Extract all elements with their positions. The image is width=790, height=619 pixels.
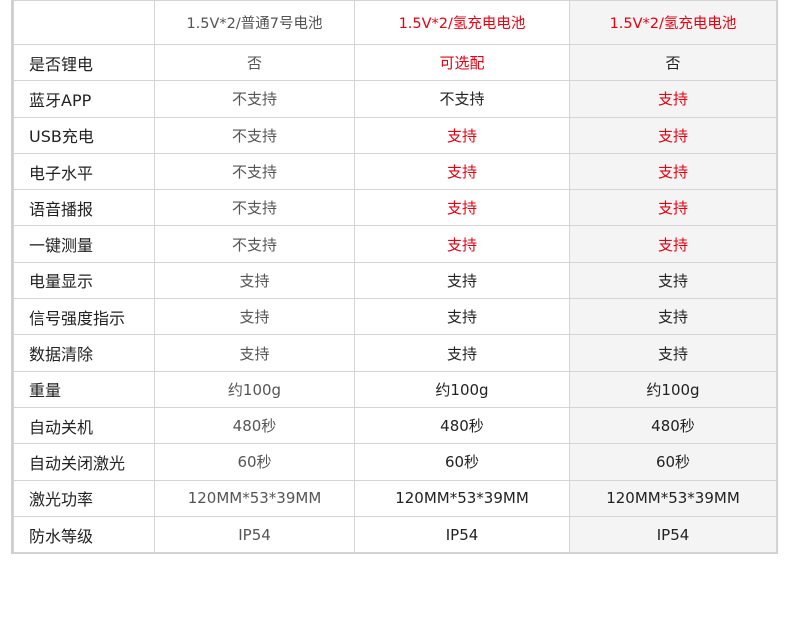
- cell-model-a: 480秒: [154, 406, 355, 445]
- row-label: 一键测量: [13, 225, 155, 263]
- table-row: USB充电 不支持 支持 支持: [13, 116, 777, 154]
- row-label: 是否锂电: [13, 43, 155, 82]
- cell-model-a: 支持: [154, 261, 355, 300]
- cell-model-a: 120MM*53*39MM: [154, 479, 355, 517]
- cell-model-c: 60秒: [569, 443, 777, 481]
- cell-model-b: IP54: [354, 515, 570, 554]
- cell-model-c: 120MM*53*39MM: [569, 479, 777, 517]
- row-label: 数据清除: [13, 334, 155, 372]
- cell-model-b: 可选配: [354, 43, 570, 82]
- table-row: 语音播报 不支持 支持 支持: [13, 189, 777, 227]
- cell-model-c: 480秒: [569, 406, 777, 445]
- row-label: 激光功率: [13, 479, 155, 517]
- cell-model-c: 否: [569, 43, 777, 82]
- cell-model-b: 支持: [354, 261, 570, 300]
- cell-model-c: IP54: [569, 515, 777, 554]
- table-row: 自动关闭激光 60秒 60秒 60秒: [13, 443, 777, 481]
- row-label: 信号强度指示: [13, 298, 155, 336]
- table-row: 自动关机 480秒 480秒 480秒: [13, 406, 777, 445]
- row-label: 重量: [13, 370, 155, 408]
- cell-model-b: 支持: [354, 152, 570, 191]
- cell-model-c: 支持: [569, 116, 777, 154]
- row-label: USB充电: [13, 116, 155, 154]
- spec-comparison-table-wrapper: 1.5V*2/普通7号电池 1.5V*2/氢充电电池 1.5V*2/氢充电电池 …: [11, 0, 778, 554]
- table-row: 电量显示 支持 支持 支持: [13, 261, 777, 300]
- cell-model-c: 支持: [569, 189, 777, 227]
- cell-model-a: 支持: [154, 298, 355, 336]
- cell-model-c: 约100g: [569, 370, 777, 408]
- cell-model-a: 不支持: [154, 189, 355, 227]
- cell-model-b: 不支持: [354, 80, 570, 118]
- cell-model-c: 支持: [569, 334, 777, 372]
- cell-model-b: 480秒: [354, 406, 570, 445]
- table-row: 是否锂电否可选配否: [13, 43, 777, 82]
- row-label: 自动关闭激光: [13, 443, 155, 481]
- cell-model-b: 支持: [354, 298, 570, 336]
- cell-model-a: 不支持: [154, 225, 355, 263]
- cell-model-c: 支持: [569, 152, 777, 191]
- row-label: 蓝牙APP: [13, 80, 155, 118]
- header-cell-corner: [13, 0, 155, 45]
- table-body: 是否锂电否可选配否蓝牙APP 不支持 不支持 支持 USB充电 不支持 支持 支持 电子水平 不支…: [13, 43, 777, 554]
- cell-model-b: 60秒: [354, 443, 570, 481]
- table-row: 防水等级 IP54 IP54 IP54: [13, 515, 777, 554]
- cell-model-a: 约100g: [154, 370, 355, 408]
- table-header-row: 1.5V*2/普通7号电池 1.5V*2/氢充电电池 1.5V*2/氢充电电池: [13, 0, 777, 45]
- cell-model-a: IP54: [154, 515, 355, 554]
- table-row: 激光功率 120MM*53*39MM 120MM*53*39MM 120MM*53*3…: [13, 479, 777, 517]
- row-label: 自动关机: [13, 406, 155, 445]
- table-row: 一键测量 不支持 支持 支持: [13, 225, 777, 263]
- cell-model-b: 支持: [354, 116, 570, 154]
- cell-model-c: 支持: [569, 261, 777, 300]
- cell-model-b: 支持: [354, 334, 570, 372]
- cell-model-a: 支持: [154, 334, 355, 372]
- cell-model-c: 支持: [569, 80, 777, 118]
- cell-model-b: 约100g: [354, 370, 570, 408]
- cell-model-b: 支持: [354, 189, 570, 227]
- cell-model-a: 不支持: [154, 80, 355, 118]
- table-row: 蓝牙APP 不支持 不支持 支持: [13, 80, 777, 118]
- header-cell-model-b: 1.5V*2/氢充电电池: [354, 0, 570, 45]
- cell-model-c: 支持: [569, 225, 777, 263]
- row-label: 电子水平: [13, 152, 155, 191]
- cell-model-a: 否: [154, 43, 355, 82]
- cell-model-a: 不支持: [154, 116, 355, 154]
- cell-model-a: 不支持: [154, 152, 355, 191]
- cell-model-b: 支持: [354, 225, 570, 263]
- row-label: 电量显示: [13, 261, 155, 300]
- table-row: 数据清除 支持 支持 支持: [13, 334, 777, 372]
- cell-model-c: 支持: [569, 298, 777, 336]
- table-row: 重量 约100g 约100g 约100g: [13, 370, 777, 408]
- cell-model-b: 120MM*53*39MM: [354, 479, 570, 517]
- header-cell-model-a: 1.5V*2/普通7号电池: [154, 0, 355, 45]
- row-label: 防水等级: [13, 515, 155, 554]
- row-label: 语音播报: [13, 189, 155, 227]
- table-row: 电子水平 不支持 支持 支持: [13, 152, 777, 191]
- header-cell-model-c: 1.5V*2/氢充电电池: [569, 0, 777, 45]
- table-row: 信号强度指示 支持 支持 支持: [13, 298, 777, 336]
- spec-comparison-table: 1.5V*2/普通7号电池 1.5V*2/氢充电电池 1.5V*2/氢充电电池 …: [13, 0, 777, 554]
- cell-model-a: 60秒: [154, 443, 355, 481]
